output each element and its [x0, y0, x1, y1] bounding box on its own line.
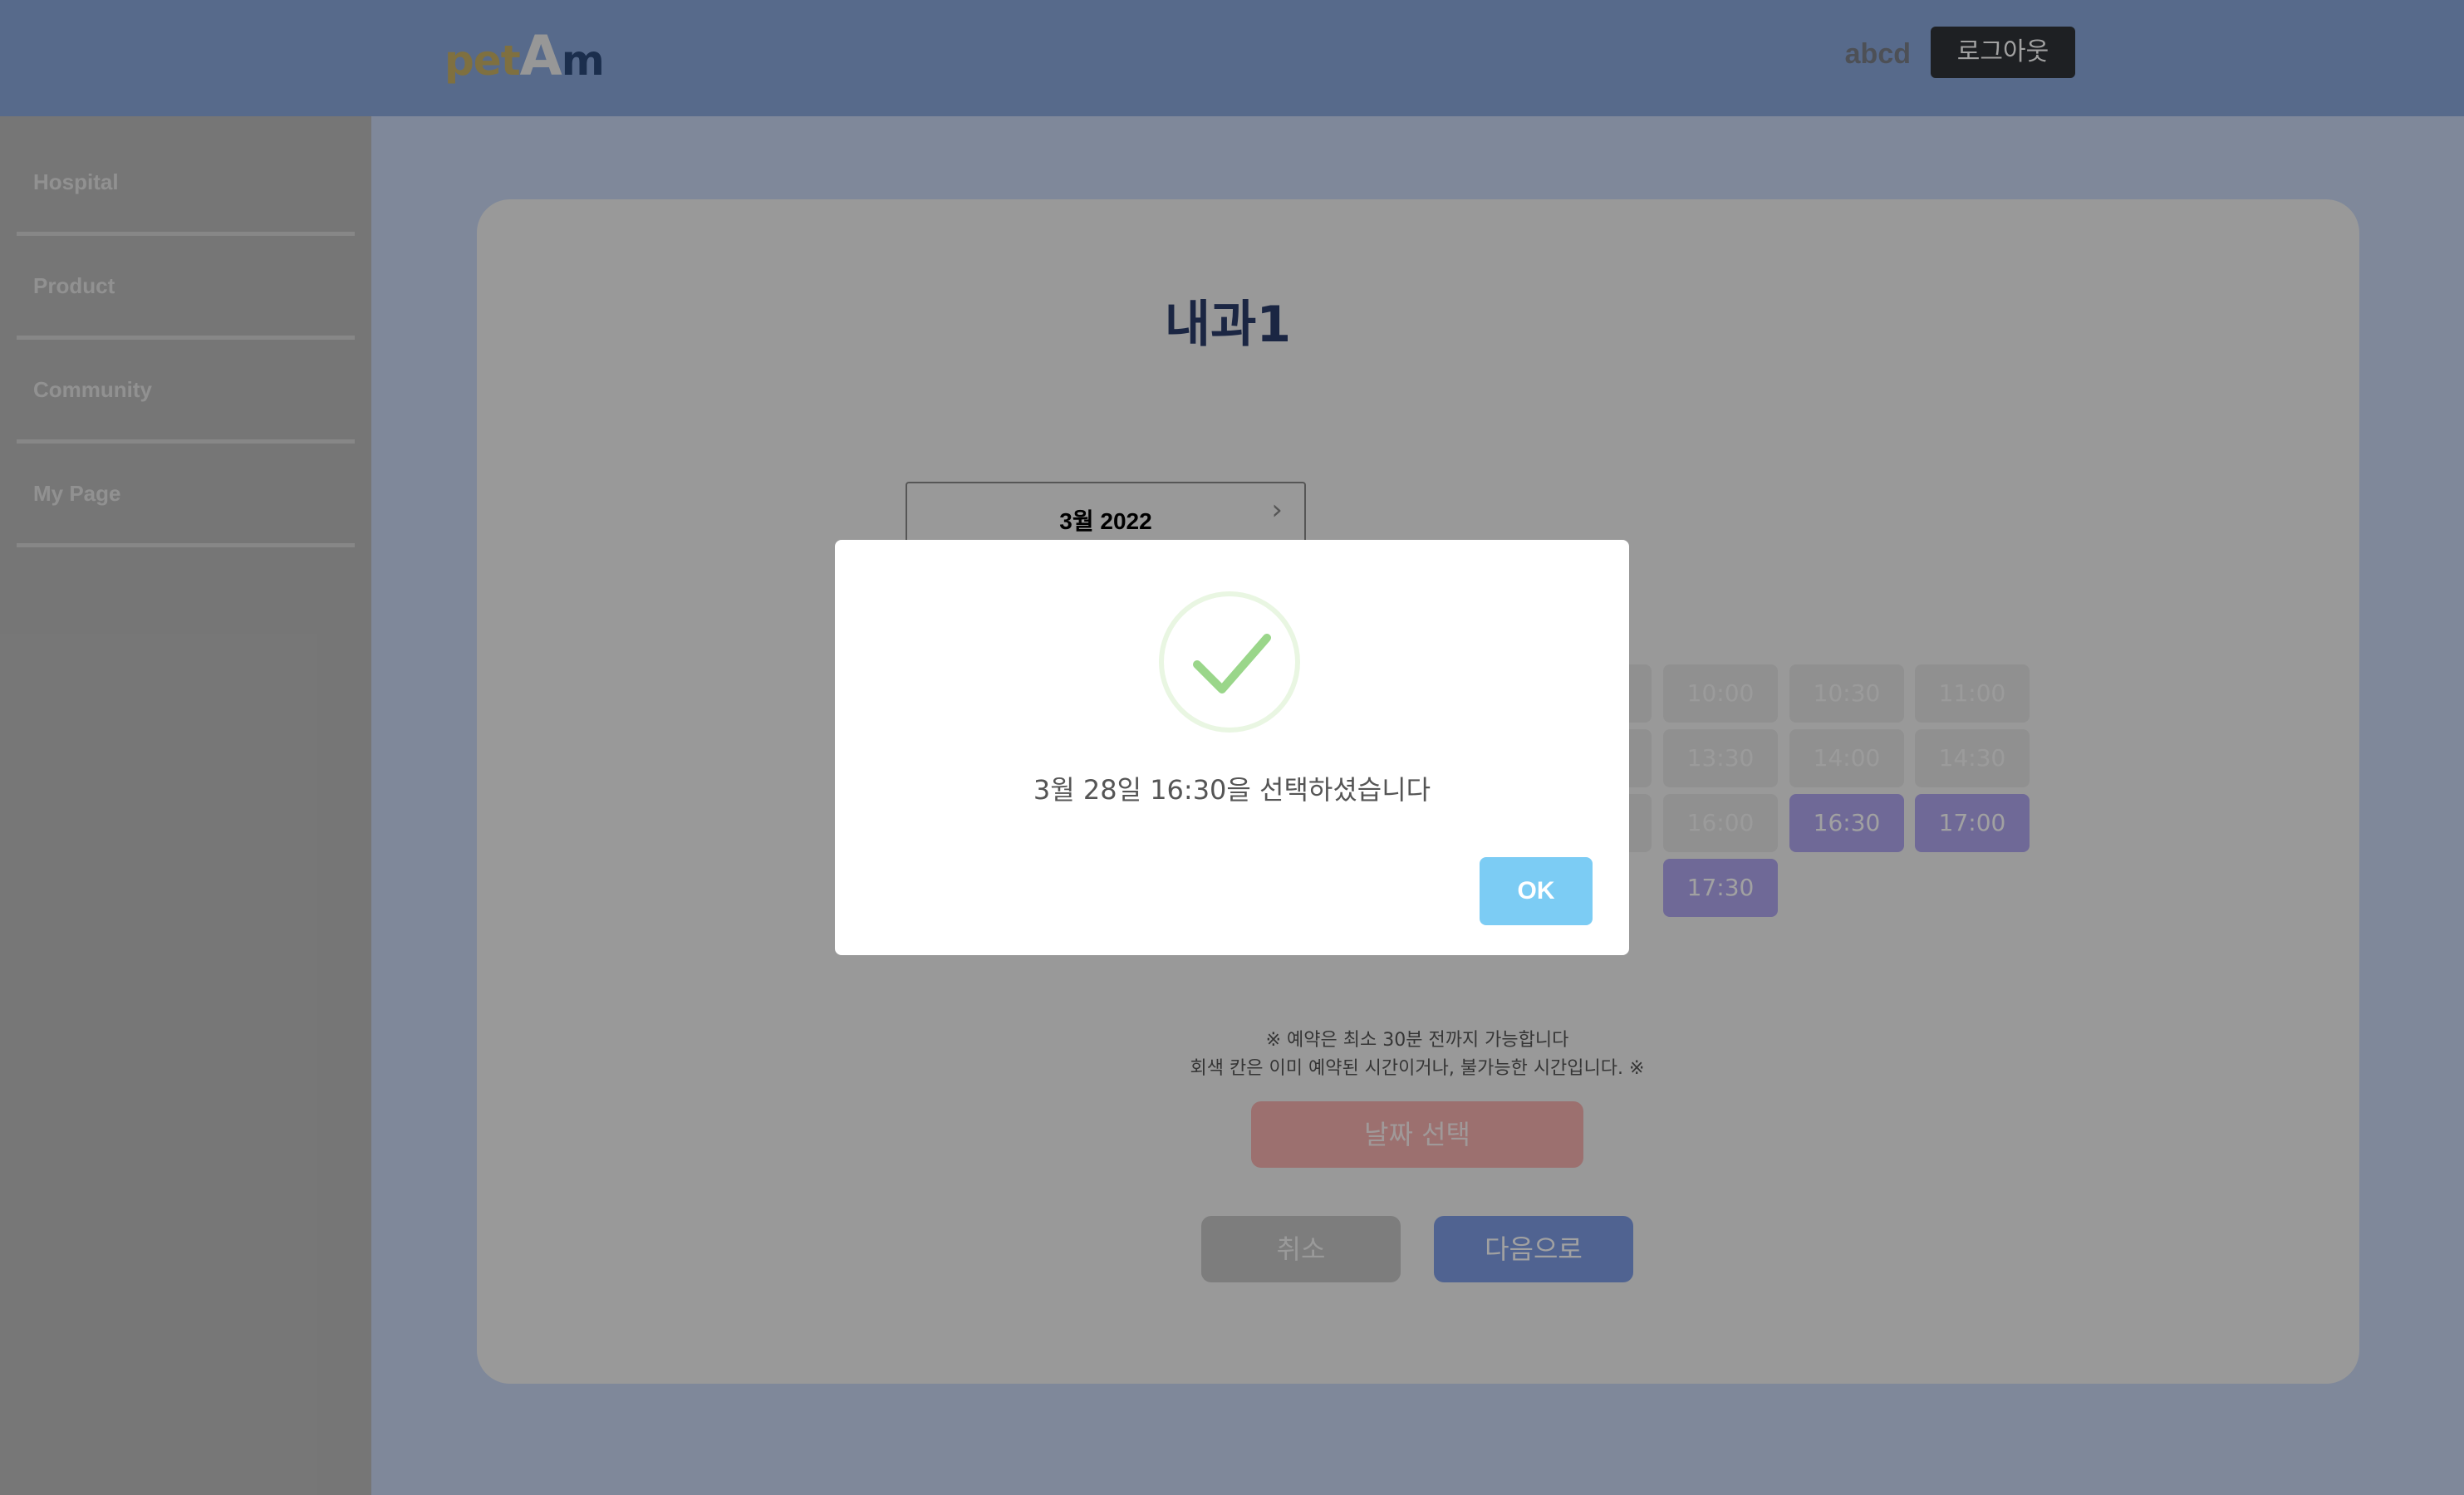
- modal-message: 3월 28일 16:30을 선택하셨습니다: [1033, 774, 1431, 806]
- success-check-icon: [1159, 591, 1300, 733]
- ok-button[interactable]: OK: [1480, 857, 1593, 925]
- confirmation-modal: 3월 28일 16:30을 선택하셨습니다 OK: [835, 540, 1629, 955]
